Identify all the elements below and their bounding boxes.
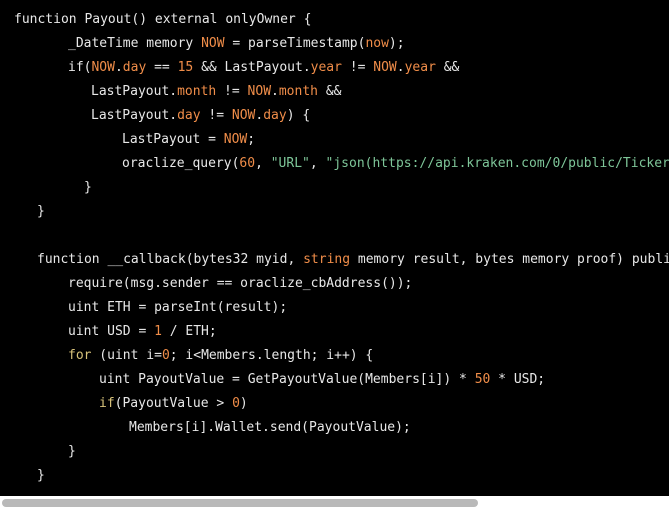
code-token: );	[388, 36, 405, 51]
code-token: LastPayout.	[91, 84, 178, 99]
code-token: memory result, bytes memory proof) publi…	[350, 252, 669, 267]
code-token: .	[271, 84, 279, 99]
code-token: day	[263, 108, 287, 123]
code-token: = parseTimestamp(	[224, 36, 366, 51]
code-token: 15	[177, 60, 194, 75]
code-line: require(msg.sender == oraclize_cbAddress…	[68, 272, 412, 296]
code-token: }	[37, 468, 45, 483]
code-token: / ETH;	[161, 324, 217, 339]
code-line: oraclize_query(60, "URL", "json(https://…	[122, 152, 669, 176]
code-token: !=	[216, 84, 248, 99]
code-token: &&	[318, 84, 342, 99]
code-token: NOW	[201, 36, 225, 51]
code-token: !=	[200, 108, 232, 123]
code-line: if(NOW.day == 15 && LastPayout.year != N…	[68, 56, 459, 80]
code-line: function Payout() external onlyOwner {	[14, 8, 311, 32]
code-token: }	[84, 180, 92, 195]
code-token: now	[365, 36, 389, 51]
code-token: LastPayout =	[122, 132, 224, 147]
code-token: uint USD =	[68, 324, 155, 339]
code-line: Members[i].Wallet.send(PayoutValue);	[129, 416, 411, 440]
code-token: for	[68, 348, 92, 363]
code-token: .	[396, 60, 405, 75]
code-line: uint PayoutValue = GetPayoutValue(Member…	[99, 368, 545, 392]
code-token: function __callback(bytes32 myid,	[37, 252, 304, 267]
code-token: 0	[161, 348, 170, 363]
code-token: function Payout() external onlyOwner {	[14, 12, 312, 27]
code-token: }	[37, 204, 45, 219]
code-token: ==	[146, 60, 178, 75]
code-line: }	[68, 440, 76, 464]
code-line: function __callback(bytes32 myid, string…	[37, 248, 669, 272]
code-token: ;	[247, 132, 256, 147]
code-token: .	[114, 60, 123, 75]
code-token: Members[i].Wallet.send(PayoutValue);	[129, 420, 411, 435]
code-line: _DateTime memory NOW = parseTimestamp(no…	[68, 32, 405, 56]
code-token: ; i<Members.length; i++) {	[169, 348, 374, 363]
code-token: uint PayoutValue = GetPayoutValue(Member…	[99, 372, 475, 387]
code-token: NOW	[231, 108, 256, 123]
code-token: &&	[435, 60, 460, 75]
code-token: NOW	[247, 84, 272, 99]
code-token: uint ETH = parseInt(result);	[68, 300, 288, 315]
code-token: LastPayout.	[91, 108, 178, 123]
code-block: function Payout() external onlyOwner { _D…	[0, 0, 669, 501]
code-line: LastPayout.day != NOW.day) {	[91, 104, 310, 128]
code-token: && LastPayout.	[193, 60, 311, 75]
code-line: }	[37, 464, 45, 488]
code-token: _DateTime memory	[68, 36, 202, 51]
code-token: "URL"	[270, 156, 310, 171]
code-token: ,	[255, 156, 271, 171]
code-token: (uint i=	[91, 348, 162, 363]
code-token: NOW	[223, 132, 248, 147]
code-token: 50	[474, 372, 491, 387]
code-token: 60	[239, 156, 256, 171]
code-token: oraclize_query(	[122, 156, 240, 171]
code-token: NOW	[373, 60, 397, 75]
code-token: NOW	[91, 60, 115, 75]
code-token: day	[122, 60, 147, 75]
code-token: month	[177, 84, 217, 99]
code-token: 0	[232, 396, 240, 411]
code-token: require(msg.sender == oraclize_cbAddress…	[68, 276, 413, 291]
horizontal-scrollbar-thumb[interactable]	[2, 499, 478, 507]
code-line: if(PayoutValue > 0)	[99, 392, 248, 416]
code-line: }	[37, 200, 45, 224]
code-token: if	[99, 396, 115, 411]
code-token: "json(https://api.kraken.com/0/public/Ti…	[325, 156, 669, 171]
code-token: ,	[309, 156, 326, 171]
code-line: uint ETH = parseInt(result);	[68, 296, 287, 320]
code-token: * USD;	[490, 372, 546, 387]
code-token: month	[278, 84, 318, 99]
code-token: )	[239, 396, 248, 411]
code-token: string	[303, 252, 351, 267]
code-token: year	[310, 60, 342, 75]
code-line: for (uint i=0; i<Members.length; i++) {	[68, 344, 373, 368]
code-line: LastPayout = NOW;	[122, 128, 255, 152]
code-line: LastPayout.month != NOW.month &&	[91, 80, 341, 104]
code-token: !=	[341, 60, 374, 75]
code-token: (PayoutValue >	[114, 396, 233, 411]
code-token: }	[68, 444, 76, 459]
code-token: day	[177, 108, 201, 123]
code-token: year	[404, 60, 436, 75]
code-token: ) {	[286, 108, 311, 123]
code-token: 1	[154, 324, 162, 339]
code-line: }	[84, 176, 92, 200]
code-line: uint USD = 1 / ETH;	[68, 320, 217, 344]
code-token: if	[68, 60, 84, 75]
